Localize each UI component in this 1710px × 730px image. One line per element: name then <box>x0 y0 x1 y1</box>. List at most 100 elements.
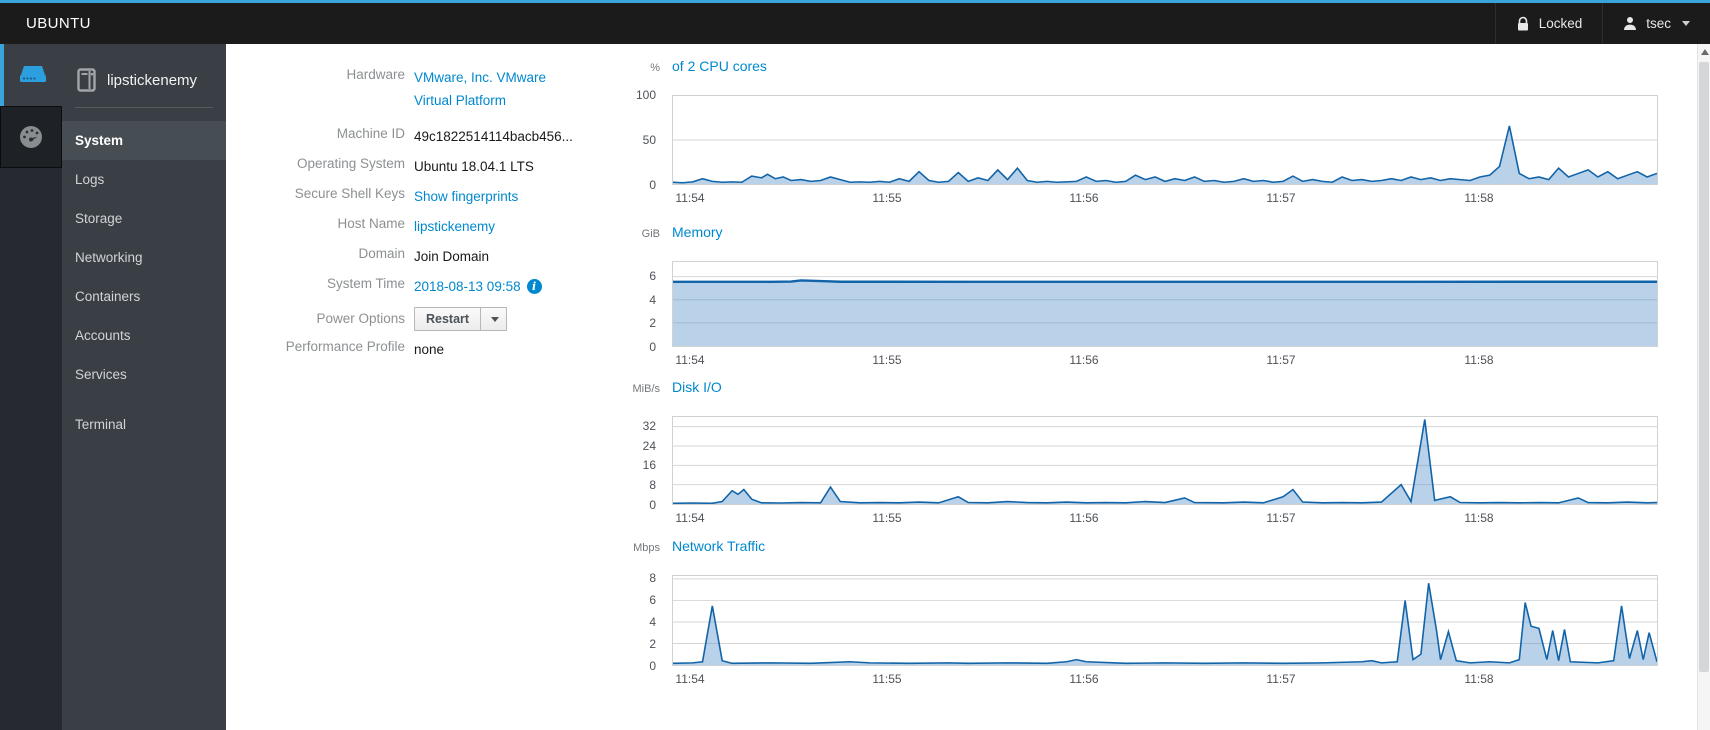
machine-id-value: 49c1822514114bacb456... <box>414 129 573 144</box>
host-machine-tab[interactable] <box>0 44 62 106</box>
memory-chart: GiB Memory 0 2 4 6 11:54 11:55 11:56 11:57 11:5… <box>590 224 1672 367</box>
sidebar-item-label: Accounts <box>75 328 131 343</box>
system-time-link[interactable]: 2018-08-13 09:58 <box>414 275 521 298</box>
host-server-icon <box>77 68 96 92</box>
field-label: Hardware <box>346 67 405 82</box>
sidebar-item-label: Terminal <box>75 417 127 432</box>
x-tick-label: 11:56 <box>1069 672 1099 686</box>
field-label: System Time <box>326 276 405 291</box>
os-value: Ubuntu 18.04.1 LTS <box>414 159 534 174</box>
performance-profile-value: none <box>414 342 445 357</box>
x-tick-label: 11:58 <box>1464 353 1494 367</box>
y-tick-label: 0 <box>649 178 656 192</box>
field-row-hardware: Hardware VMware, Inc. VMware Virtual Pla… <box>240 66 600 112</box>
x-tick-label: 11:58 <box>1464 511 1494 525</box>
y-tick-label: 50 <box>642 133 656 147</box>
disk-chart-title-link[interactable]: Disk I/O <box>672 379 722 395</box>
memory-unit-label: GiB <box>641 228 660 240</box>
brand-title: UBUNTU <box>26 15 91 32</box>
chevron-down-icon <box>490 316 499 322</box>
locked-indicator[interactable]: Locked <box>1494 3 1603 44</box>
cockpit-page: UBUNTU Locked tsec lipstickenemy System … <box>0 0 1710 730</box>
sidebar-item-label: Containers <box>75 289 141 304</box>
dashboard-tab[interactable] <box>0 106 62 168</box>
sidebar-host-header[interactable]: lipstickenemy <box>62 44 226 98</box>
network-plot-area <box>672 575 1658 666</box>
y-tick-label: 6 <box>649 269 656 283</box>
scrollbar-thumb[interactable] <box>1699 62 1709 672</box>
hardware-link[interactable]: VMware, Inc. VMware Virtual Platform <box>414 70 546 108</box>
user-name: tsec <box>1646 16 1671 31</box>
network-chart-title-link[interactable]: Network Traffic <box>672 538 765 554</box>
y-tick-label: 0 <box>649 340 656 354</box>
field-row-performance-profile: Performance Profile none <box>240 338 600 361</box>
server-icon <box>18 64 48 86</box>
disk-unit-label: MiB/s <box>632 383 661 395</box>
sidebar-item-storage[interactable]: Storage <box>62 199 226 238</box>
x-tick-label: 11:57 <box>1266 191 1296 205</box>
sidebar-item-networking[interactable]: Networking <box>62 238 226 277</box>
host-name-link[interactable]: lipstickenemy <box>414 219 495 234</box>
sidebar-item-system[interactable]: System <box>62 121 226 160</box>
user-menu[interactable]: tsec <box>1602 3 1710 44</box>
sidebar-nav: System Logs Storage Networking Container… <box>62 121 226 444</box>
sidebar-item-containers[interactable]: Containers <box>62 277 226 316</box>
y-tick-label: 100 <box>635 88 656 102</box>
machine-strip <box>0 44 62 730</box>
y-tick-label: 6 <box>649 593 656 607</box>
memory-chart-title-link[interactable]: Memory <box>672 224 723 240</box>
field-row-power-options: Power Options Restart <box>240 305 600 331</box>
show-fingerprints-link[interactable]: Show fingerprints <box>414 189 518 204</box>
scrollbar-up-arrow-icon[interactable] <box>1701 49 1709 55</box>
field-label: Host Name <box>337 216 405 231</box>
x-tick-label: 11:58 <box>1464 191 1494 205</box>
y-tick-label: 0 <box>649 498 656 512</box>
field-label: Power Options <box>316 311 405 326</box>
info-icon[interactable]: i <box>526 279 542 294</box>
field-row-os: Operating System Ubuntu 18.04.1 LTS <box>240 155 600 178</box>
sidebar-host-name: lipstickenemy <box>107 71 198 89</box>
x-tick-label: 11:55 <box>872 672 902 686</box>
system-info-panel: Hardware VMware, Inc. VMware Virtual Pla… <box>240 66 600 368</box>
locked-label: Locked <box>1538 16 1583 31</box>
y-tick-label: 0 <box>649 659 656 673</box>
cpu-usage-chart: % of 2 CPU cores 0 50 100 11:54 11:55 11:56 1… <box>590 58 1672 205</box>
power-options-caret-button[interactable] <box>481 307 508 331</box>
y-tick-label: 4 <box>649 293 656 307</box>
sidebar-item-accounts[interactable]: Accounts <box>62 316 226 355</box>
x-tick-label: 11:57 <box>1266 672 1296 686</box>
x-tick-label: 11:57 <box>1266 511 1296 525</box>
field-row-ssh-keys: Secure Shell Keys Show fingerprints <box>240 185 600 208</box>
sidebar-divider <box>75 107 213 108</box>
disk-io-chart: MiB/s Disk I/O 0 8 16 24 32 11:54 11:55 11:56 1… <box>590 379 1672 525</box>
sidebar-item-services[interactable]: Services <box>62 355 226 394</box>
field-label: Performance Profile <box>285 339 405 354</box>
cpu-chart-title-link[interactable]: of 2 CPU cores <box>672 58 767 74</box>
y-tick-label: 2 <box>649 316 656 330</box>
x-tick-label: 11:55 <box>872 191 902 205</box>
sidebar: lipstickenemy System Logs Storage Networ… <box>62 44 226 730</box>
user-icon <box>1623 16 1637 31</box>
network-traffic-chart: Mbps Network Traffic 0 2 4 6 8 11:54 11:55 11:… <box>590 538 1672 686</box>
restart-button[interactable]: Restart <box>414 307 482 331</box>
chevron-down-icon <box>1682 21 1690 26</box>
y-tick-label: 4 <box>649 615 656 629</box>
sidebar-item-label: Networking <box>75 250 143 265</box>
y-tick-label: 16 <box>642 458 656 472</box>
sidebar-item-logs[interactable]: Logs <box>62 160 226 199</box>
x-tick-label: 11:54 <box>675 353 705 367</box>
memory-plot-area <box>672 261 1658 347</box>
x-tick-label: 11:54 <box>675 672 705 686</box>
sidebar-item-terminal[interactable]: Terminal <box>62 405 226 444</box>
lock-icon <box>1516 16 1530 32</box>
domain-value[interactable]: Join Domain <box>414 245 489 268</box>
power-options-split-button: Restart <box>414 307 508 331</box>
page-scrollbar[interactable] <box>1697 44 1710 730</box>
cpu-unit-label: % <box>650 62 660 74</box>
cpu-plot-area <box>672 95 1658 185</box>
x-tick-label: 11:57 <box>1266 353 1296 367</box>
sidebar-item-label: System <box>75 133 124 148</box>
field-row-machine-id: Machine ID 49c1822514114bacb456... <box>240 125 600 148</box>
field-row-domain: Domain Join Domain <box>240 245 600 268</box>
x-tick-label: 11:55 <box>872 353 902 367</box>
